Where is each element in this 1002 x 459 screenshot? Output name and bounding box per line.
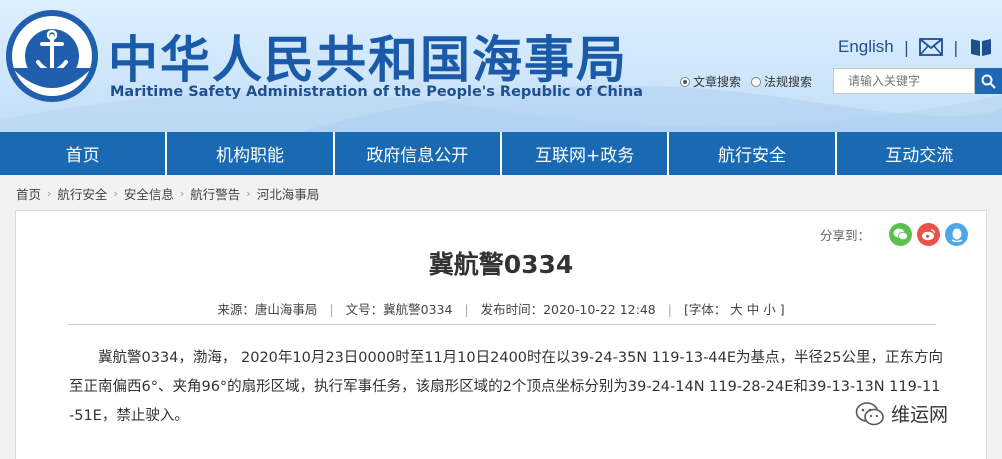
breadcrumb-item[interactable]: 航行安全 [57,184,107,203]
qq-icon[interactable] [945,223,968,246]
search-icon [981,74,996,89]
nav-interaction[interactable]: 互动交流 [834,132,1002,175]
article-meta: 来源：唐山海事局 | 文号：冀航警0334 | 发布时间：2020-10-22 … [16,299,986,318]
site-header: 中华人民共和国海事局 Maritime Safety Administratio… [0,0,1002,132]
site-title-cn: 中华人民共和国海事局 [108,31,628,89]
share-bar: 分享到： [820,223,968,246]
nav-navigation-safety[interactable]: 航行安全 [667,132,834,175]
radio-selected-icon[interactable] [680,76,690,87]
meta-separator: | [464,302,469,317]
radio-icon[interactable] [751,76,762,87]
top-links: English | | [838,36,993,58]
wechat-icon[interactable] [889,223,912,246]
search-button[interactable] [975,68,1002,94]
article-doc-no: 文号：冀航警0334 [345,302,453,317]
share-label: 分享到： [819,228,870,243]
breadcrumb: 首页 › 航行安全 › 安全信息 › 航行警告 › 河北海事局 [0,175,1002,211]
breadcrumb-item[interactable]: 航行警告 [190,184,240,203]
wechat-watermark-icon [855,401,884,425]
nav-gov-info[interactable]: 政府信息公开 [332,132,500,175]
chevron-right-icon: › [113,186,118,200]
chevron-right-icon: › [47,186,52,200]
top-links-separator: | [953,37,959,57]
meta-separator: | [329,302,334,317]
chevron-right-icon: › [179,186,185,200]
china-msa-logo[interactable] [4,8,100,104]
article-body: 冀航警0334，渤海， 2020年10月23日0000时至11月10日2400时… [69,350,943,424]
weibo-icon[interactable] [917,223,940,246]
wechat-watermark: 维运网 [855,400,948,427]
search-option-law[interactable]: 法规搜索 [751,73,812,90]
site-title-en: Maritime Safety Administration of the Pe… [110,84,643,100]
meta-separator: | [667,302,672,317]
search-option-label: 法规搜索 [764,75,813,89]
nav-internet-gov[interactable]: 互联网+政务 [499,132,667,175]
breadcrumb-item[interactable]: 首页 [16,184,41,203]
watermark-text: 维运网 [891,404,949,426]
article-panel: 分享到： 冀航警0334 来源：唐山海事局 | 文号：冀航警0334 | 发布时… [15,210,987,459]
book-icon[interactable] [969,36,993,58]
mail-icon[interactable] [919,38,944,56]
title-divider [68,324,936,325]
search-input[interactable] [833,68,975,94]
main-nav: 首页 机构职能 政府信息公开 互联网+政务 航行安全 互动交流 [0,132,1002,175]
article-source: 来源：唐山海事局 [217,302,318,317]
search-option-label: 文章搜索 [693,75,742,89]
font-size-control[interactable]: [字体： 大 中 小 ] [684,302,785,317]
breadcrumb-item[interactable]: 安全信息 [124,184,174,203]
article-pub-time: 发布时间：2020-10-22 12:48 [480,302,656,317]
article-title: 冀航警0334 [428,250,574,279]
search-option-article[interactable]: 文章搜索 [680,73,741,90]
nav-home[interactable]: 首页 [0,132,165,175]
search-options: 文章搜索 法规搜索 [680,73,822,90]
chevron-right-icon: › [246,186,251,200]
breadcrumb-item[interactable]: 河北海事局 [257,184,320,203]
nav-functions[interactable]: 机构职能 [165,132,332,175]
top-links-separator: | [903,37,910,57]
english-link[interactable]: English [838,37,894,57]
